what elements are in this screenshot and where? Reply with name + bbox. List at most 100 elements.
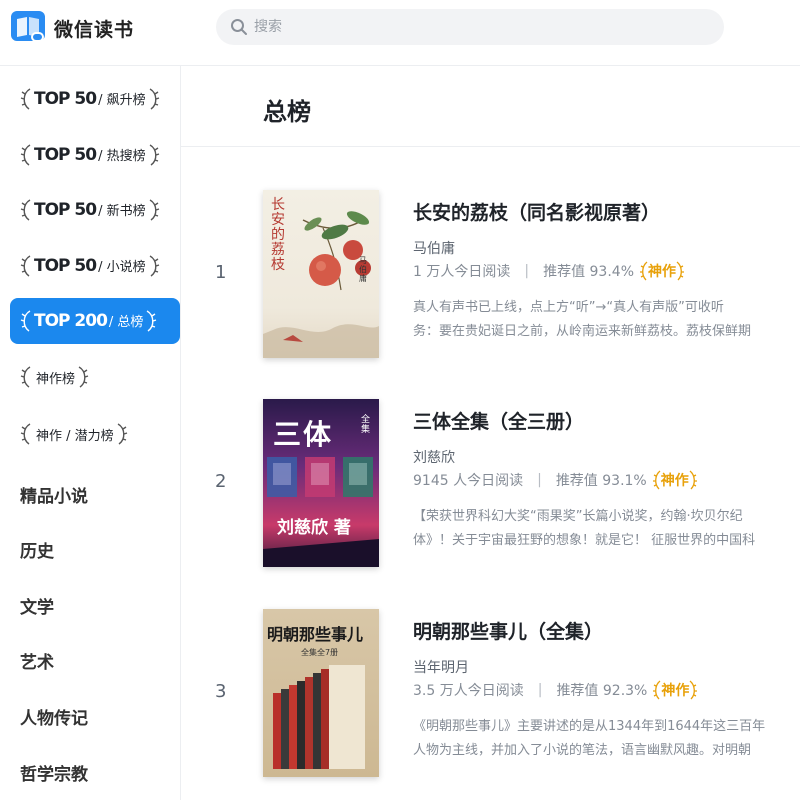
- left-wreath-icon: [20, 423, 31, 445]
- book-list-item[interactable]: 2 三体 全集 刘慈欣 著 三体全集（全三册） 刘慈欣 9145 人今日阅读 |…: [181, 399, 800, 579]
- sidebar-item-masterpiece[interactable]: 神作榜: [10, 354, 180, 400]
- rank-sub-label: / 热搜榜: [98, 149, 146, 164]
- left-laurel-icon: [640, 261, 648, 281]
- book-list-item[interactable]: 1 长安的荔枝 马伯庸 长安的荔枝（同名影视原著） 马伯庸 1 万人今日阅读 |: [181, 190, 800, 370]
- recommend-rate: 推荐值 92.3%: [556, 683, 648, 699]
- description-line: 人物为主线，并加入了小说的笔法，语言幽默风趣。对明朝: [413, 743, 752, 758]
- sidebar-item-top50-rising[interactable]: TOP 50/ 飙升榜: [10, 76, 180, 122]
- book-description: 【荣获世界科幻大奖“雨果奖”长篇小说奖，约翰·坎贝尔纪 体》！关于宇宙最狂野的想…: [413, 505, 800, 553]
- right-laurel-icon: [676, 261, 685, 281]
- daily-readers: 9145 人今日阅读: [413, 473, 524, 489]
- rank-top-label: TOP 200: [34, 311, 108, 331]
- book-author[interactable]: 当年明月: [413, 657, 469, 677]
- search-bar[interactable]: [216, 9, 724, 45]
- sidebar-category-biography[interactable]: 人物传记: [20, 704, 88, 729]
- rank-sub-label: / 飙升榜: [98, 93, 146, 108]
- sidebar-item-top50-hot-search[interactable]: TOP 50/ 热搜榜: [10, 132, 180, 178]
- book-list-item[interactable]: 3 明朝那些事儿 全集全7册 明朝那些事儿（全集） 当年明月 3.5 万人今日阅…: [181, 609, 800, 789]
- daily-readers: 1 万人今日阅读: [413, 264, 511, 280]
- top-header: 微信读书: [0, 0, 800, 66]
- left-wreath-icon: [20, 366, 31, 388]
- rank-top-label: TOP 50: [34, 200, 97, 220]
- cover-subtitle: 全集全7册: [301, 648, 339, 657]
- book-cover[interactable]: 长安的荔枝 马伯庸: [263, 190, 379, 358]
- right-wreath-icon: [117, 423, 127, 445]
- right-wreath-icon: [149, 144, 159, 166]
- sidebar-item-top50-novel[interactable]: TOP 50/ 小说榜: [10, 243, 180, 289]
- book-title[interactable]: 三体全集（全三册）: [413, 407, 584, 434]
- meta-separator: |: [537, 472, 542, 488]
- rank-sub-label: 神作 / 潜力榜: [36, 428, 114, 444]
- rank-sub-label: / 新书榜: [98, 204, 146, 219]
- left-wreath-icon: [20, 144, 31, 166]
- main-content: 总榜 1 长安的荔枝 马伯庸 长安的荔枝（同名影视原著） 马伯庸 1 万人今日阅…: [181, 66, 800, 800]
- book-cover[interactable]: 三体 全集 刘慈欣 著: [263, 399, 379, 567]
- book-rank: 2: [215, 471, 227, 492]
- search-input[interactable]: [254, 9, 694, 45]
- recommend-rate: 推荐值 93.1%: [555, 473, 647, 489]
- badge-label: 神作: [661, 683, 690, 699]
- cover-subtitle: 全集: [361, 415, 371, 435]
- page-title: 总榜: [263, 98, 311, 126]
- cover-author: 刘慈欣 著: [277, 518, 351, 538]
- cover-author: 马伯庸: [359, 256, 367, 283]
- description-line: 《明朝那些事儿》主要讲述的是从1344年到1644年这三百年: [413, 719, 766, 734]
- left-laurel-icon: [653, 680, 661, 700]
- book-rank: 3: [215, 681, 227, 702]
- masterpiece-badge: 神作: [653, 679, 698, 701]
- right-wreath-icon: [149, 255, 159, 277]
- divider: [181, 146, 800, 147]
- rank-top-label: TOP 50: [34, 145, 97, 165]
- masterpiece-badge: 神作: [652, 469, 697, 491]
- search-icon: [231, 19, 247, 35]
- daily-readers: 3.5 万人今日阅读: [413, 683, 524, 699]
- description-line: 务：要在贵妃诞日之前，从岭南运来新鲜荔枝。荔枝保鲜期: [413, 324, 752, 339]
- rank-sub-label: / 小说榜: [98, 260, 146, 275]
- book-rank: 1: [215, 262, 227, 283]
- right-wreath-icon: [149, 199, 159, 221]
- description-line: 【荣获世界科幻大奖“雨果奖”长篇小说奖，约翰·坎贝尔纪: [413, 509, 743, 524]
- description-line: 真人有声书已上线，点上方“听”→“真人有声版”可收听: [413, 300, 724, 315]
- left-laurel-icon: [652, 470, 661, 490]
- cover-title: 三体: [273, 418, 334, 451]
- rank-sub-label: 神作榜: [36, 371, 76, 387]
- book-description: 真人有声书已上线，点上方“听”→“真人有声版”可收听 务：要在贵妃诞日之前，从岭…: [413, 296, 800, 344]
- rank-top-label: TOP 50: [34, 89, 97, 109]
- rank-top-label: TOP 50: [34, 256, 97, 276]
- sidebar-item-masterpiece-potential[interactable]: 神作 / 潜力榜: [10, 411, 180, 457]
- right-laurel-icon: [689, 470, 697, 490]
- meta-separator: |: [537, 682, 543, 698]
- book-author[interactable]: 马伯庸: [413, 238, 455, 258]
- sidebar-item-top50-new[interactable]: TOP 50/ 新书榜: [10, 187, 180, 233]
- masterpiece-badge: 神作: [640, 260, 685, 282]
- meta-separator: |: [524, 263, 530, 279]
- sidebar: TOP 50/ 飙升榜 TOP 50/ 热搜榜 TOP 50/ 新书榜 TOP …: [0, 66, 181, 800]
- book-title[interactable]: 明朝那些事儿（全集）: [413, 617, 603, 644]
- badge-label: 神作: [648, 264, 677, 280]
- book-meta: 9145 人今日阅读 | 推荐值 93.1% 神作: [413, 469, 697, 491]
- book-meta: 3.5 万人今日阅读 | 推荐值 92.3% 神作: [413, 679, 698, 701]
- left-wreath-icon: [20, 255, 31, 277]
- badge-label: 神作: [660, 473, 689, 489]
- sidebar-category-philosophy[interactable]: 哲学宗教: [20, 760, 88, 785]
- book-author[interactable]: 刘慈欣: [413, 447, 455, 467]
- sidebar-category-history[interactable]: 历史: [20, 537, 54, 562]
- left-wreath-icon: [20, 199, 31, 221]
- weread-logo-icon[interactable]: [10, 10, 46, 44]
- left-wreath-icon: [20, 88, 31, 110]
- right-wreath-icon: [149, 88, 159, 110]
- right-wreath-icon: [78, 366, 89, 388]
- sidebar-category-fiction[interactable]: 精品小说: [20, 482, 88, 507]
- recommend-rate: 推荐值 93.4%: [543, 264, 635, 280]
- book-cover[interactable]: 明朝那些事儿 全集全7册: [263, 609, 379, 777]
- book-meta: 1 万人今日阅读 | 推荐值 93.4% 神作: [413, 260, 685, 282]
- sidebar-category-art[interactable]: 艺术: [20, 648, 54, 673]
- book-title[interactable]: 长安的荔枝（同名影视原著）: [413, 198, 660, 225]
- sidebar-item-top200-overall[interactable]: TOP 200/ 总榜: [10, 298, 180, 344]
- description-line: 体》！关于宇宙最狂野的想象！就是它！ 征服世界的中国科: [413, 533, 756, 548]
- app-title[interactable]: 微信读书: [54, 15, 134, 42]
- right-laurel-icon: [689, 680, 698, 700]
- rank-sub-label: / 总榜: [108, 315, 144, 330]
- right-wreath-icon: [147, 310, 157, 332]
- sidebar-category-literature[interactable]: 文学: [20, 593, 54, 618]
